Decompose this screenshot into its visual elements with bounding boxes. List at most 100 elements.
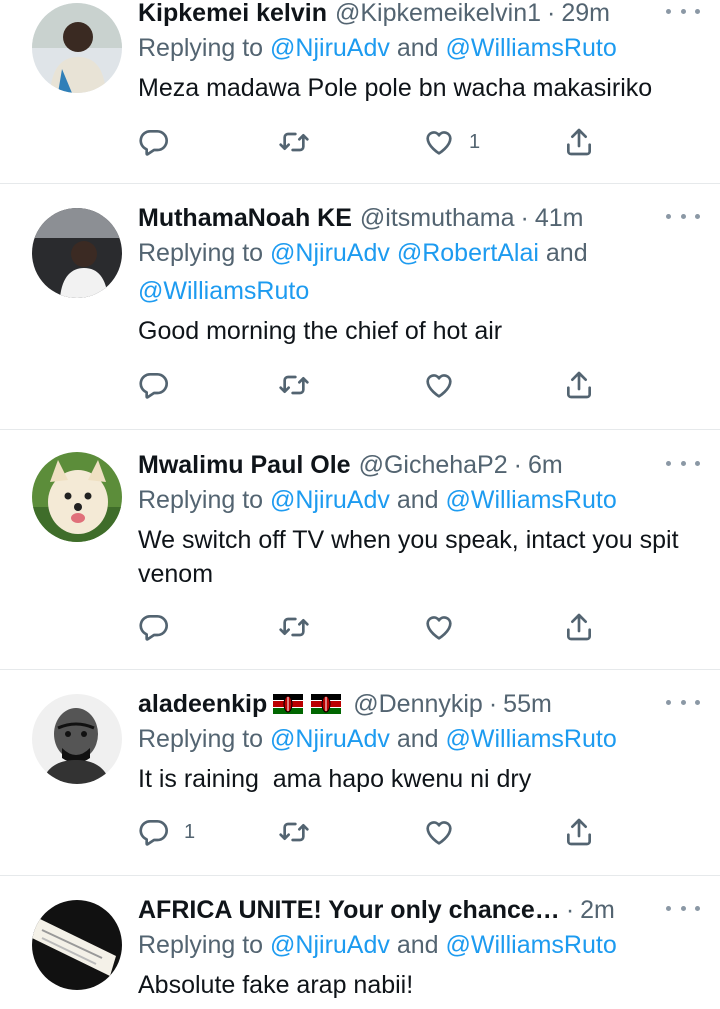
replying-prefix: Replying to <box>138 486 271 514</box>
display-name[interactable]: Mwalimu Paul Ole <box>138 449 351 481</box>
timestamp[interactable]: 2m <box>580 894 615 926</box>
avatar[interactable] <box>32 208 122 298</box>
timestamp[interactable]: 29m <box>561 0 610 29</box>
replying-joiner: and <box>389 34 446 62</box>
replying-to: Replying to @NjiruAdv @RobertAlai and @Wi… <box>138 234 700 310</box>
mention-link[interactable]: @WilliamsRuto <box>138 277 309 305</box>
mention-link[interactable]: @RobertAlai <box>397 239 539 267</box>
tweet[interactable]: Mwalimu Paul Ole @GichehaP2 · 6m Replyin… <box>0 430 720 670</box>
tweet-actions: 1 <box>138 126 598 160</box>
display-name[interactable]: MuthamaNoah KE <box>138 202 352 234</box>
tweet-text: It is raining ama hapo kwenu ni dry <box>138 765 532 793</box>
replying-joiner: and <box>389 931 446 959</box>
mention-link[interactable]: @WilliamsRuto <box>446 34 617 62</box>
more-icon[interactable] <box>666 1 700 21</box>
tweet-header: AFRICA UNITE! Your only chance… · 2m <box>138 894 700 926</box>
reply-button[interactable] <box>138 611 170 643</box>
separator-dot: · <box>488 690 498 718</box>
share-button[interactable] <box>563 369 595 401</box>
tweet[interactable]: AFRICA UNITE! Your only chance… · 2m Rep… <box>0 876 720 1009</box>
tweet[interactable]: aladeenkip @Dennykip · 55m Replying to @… <box>0 670 720 876</box>
tweet-header: Mwalimu Paul Ole @GichehaP2 · 6m <box>138 449 700 481</box>
retweet-button[interactable] <box>278 611 310 643</box>
avatar[interactable] <box>32 900 122 990</box>
replies-feed: Kipkemei kelvin @Kipkemeikelvin1 · 29m R… <box>0 0 720 1009</box>
tweet-header: Kipkemei kelvin @Kipkemeikelvin1 · 29m <box>138 0 700 29</box>
mention-link[interactable]: @NjiruAdv <box>270 931 390 959</box>
like-button[interactable]: 1 <box>423 126 480 158</box>
mention-link[interactable]: @NjiruAdv <box>270 486 390 514</box>
mention-link[interactable]: @WilliamsRuto <box>446 725 617 753</box>
reply-icon <box>138 611 170 643</box>
share-icon <box>563 816 595 848</box>
avatar[interactable] <box>32 694 122 784</box>
tweet-text: Absolute fake arap nabii! <box>138 971 414 999</box>
timestamp[interactable]: 41m <box>535 202 584 234</box>
replying-prefix: Replying to <box>138 725 271 753</box>
display-name[interactable]: Kipkemei kelvin <box>138 0 327 29</box>
tweet-text: Meza madawa Pole pole bn wacha makasirik… <box>138 74 653 102</box>
retweet-icon <box>278 126 310 158</box>
replying-to: Replying to @NjiruAdv and @WilliamsRuto <box>138 481 700 519</box>
user-handle[interactable]: @GichehaP2 <box>359 449 508 481</box>
user-handle[interactable]: @Dennykip <box>353 688 483 720</box>
like-icon <box>423 816 455 848</box>
reply-icon <box>138 369 170 401</box>
like-button[interactable] <box>423 816 455 848</box>
timestamp[interactable]: 6m <box>528 449 563 481</box>
tweet[interactable]: Kipkemei kelvin @Kipkemeikelvin1 · 29m R… <box>0 0 720 184</box>
like-count: 1 <box>469 130 481 153</box>
tweet-actions <box>138 369 598 403</box>
like-icon <box>423 611 455 643</box>
retweet-button[interactable] <box>278 816 310 848</box>
more-icon[interactable] <box>666 692 700 712</box>
avatar[interactable] <box>32 452 122 542</box>
avatar[interactable] <box>32 3 122 93</box>
reply-button[interactable] <box>138 369 170 401</box>
display-name[interactable]: AFRICA UNITE! Your only chance… <box>138 894 560 926</box>
share-icon <box>563 126 595 158</box>
tweet-actions: 1 <box>138 816 598 850</box>
replying-joiner: and <box>538 239 588 267</box>
retweet-button[interactable] <box>278 369 310 401</box>
mention-link[interactable]: @WilliamsRuto <box>446 486 617 514</box>
replying-prefix: Replying to <box>138 239 271 267</box>
mention-link[interactable]: @NjiruAdv <box>270 34 390 62</box>
name-emoji <box>273 694 341 714</box>
user-handle[interactable]: @Kipkemeikelvin1 <box>335 0 541 29</box>
tweet-text: Good morning the chief of hot air <box>138 317 503 345</box>
share-button[interactable] <box>563 126 595 158</box>
reply-button[interactable] <box>138 126 170 158</box>
replying-prefix: Replying to <box>138 931 271 959</box>
mention-link[interactable]: @NjiruAdv <box>270 725 390 753</box>
kenya-flag-icon <box>311 694 341 714</box>
share-button[interactable] <box>563 816 595 848</box>
like-icon <box>423 126 455 158</box>
reply-icon <box>138 126 170 158</box>
share-button[interactable] <box>563 611 595 643</box>
display-name[interactable]: aladeenkip <box>138 688 267 720</box>
like-button[interactable] <box>423 611 455 643</box>
like-button[interactable] <box>423 369 455 401</box>
more-icon[interactable] <box>666 453 700 473</box>
tweet[interactable]: MuthamaNoah KE @itsmuthama · 41m Replyin… <box>0 184 720 430</box>
mention-link[interactable]: @NjiruAdv <box>270 239 390 267</box>
retweet-button[interactable] <box>278 126 310 158</box>
kenya-flag-icon <box>273 694 303 714</box>
user-handle[interactable]: @itsmuthama <box>360 202 515 234</box>
reply-button[interactable]: 1 <box>138 816 195 848</box>
tweet-header: MuthamaNoah KE @itsmuthama · 41m <box>138 202 700 234</box>
separator-dot: · <box>547 0 556 27</box>
like-icon <box>423 369 455 401</box>
reply-count: 1 <box>184 820 196 843</box>
retweet-icon <box>278 816 310 848</box>
mention-link[interactable]: @WilliamsRuto <box>446 931 617 959</box>
more-icon[interactable] <box>666 206 700 226</box>
retweet-icon <box>278 369 310 401</box>
retweet-icon <box>278 611 310 643</box>
separator-dot: · <box>513 451 522 479</box>
tweet-actions <box>138 611 598 645</box>
share-icon <box>563 369 595 401</box>
more-icon[interactable] <box>666 898 700 918</box>
timestamp[interactable]: 55m <box>503 688 552 720</box>
